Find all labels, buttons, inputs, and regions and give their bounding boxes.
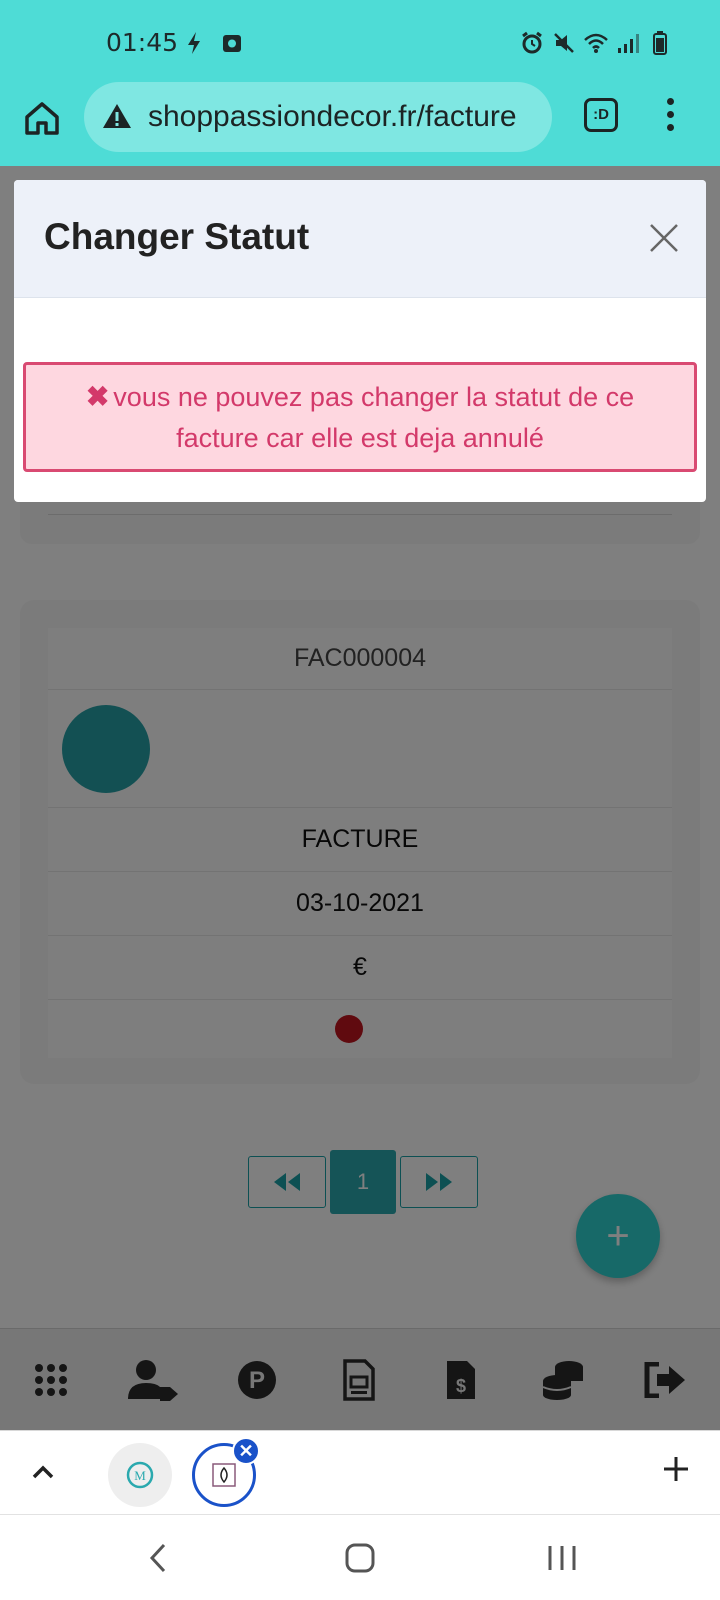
tab-thumbnail-1[interactable]: M: [108, 1443, 172, 1507]
modal-header: Changer Statut: [14, 180, 706, 298]
error-alert: ✖ vous ne pouvez pas changer la statut de…: [23, 362, 697, 472]
alert-message: vous ne pouvez pas changer la statut de …: [113, 381, 635, 453]
alert-content: ✖ vous ne pouvez pas changer la statut de…: [46, 376, 674, 459]
signal-icon: [618, 34, 639, 53]
url-bar-row: shoppassiondecor.fr/facture :D: [0, 82, 720, 154]
chevron-up-icon[interactable]: [28, 1457, 58, 1487]
url-bar[interactable]: shoppassiondecor.fr/facture: [84, 82, 552, 152]
change-status-modal: Changer Statut ✖ vous ne pouvez pas chang…: [14, 180, 706, 502]
alarm-icon: [522, 31, 542, 54]
status-bar: 01:45: [0, 0, 720, 88]
tab-close-button[interactable]: ✕: [232, 1437, 260, 1465]
site-logo-icon: [212, 1463, 236, 1487]
svg-text:M: M: [134, 1468, 146, 1483]
status-time: 01:45: [106, 28, 179, 57]
battery-icon: [653, 31, 667, 55]
warning-icon[interactable]: [102, 102, 132, 130]
modal-title: Changer Statut: [44, 216, 310, 257]
menu-icon[interactable]: [660, 96, 680, 138]
close-icon[interactable]: [648, 222, 680, 254]
home-icon[interactable]: [22, 98, 62, 138]
home-nav-icon[interactable]: [342, 1541, 378, 1575]
browser-chrome: 01:45 shoppassiondecor.fr/facture :D: [0, 0, 720, 166]
back-icon[interactable]: [140, 1541, 176, 1575]
new-tab-icon[interactable]: [660, 1453, 692, 1485]
mute-icon: [554, 33, 574, 53]
wifi-icon: [584, 33, 608, 53]
tab-switcher-button[interactable]: :D: [584, 98, 618, 132]
lightning-icon: [188, 32, 200, 54]
site-logo-icon: M: [126, 1461, 154, 1489]
browser-tab-strip: M ✕: [0, 1430, 720, 1514]
recents-icon[interactable]: [544, 1541, 580, 1575]
url-text[interactable]: shoppassiondecor.fr/facture: [148, 100, 517, 134]
error-x-icon: ✖: [85, 380, 110, 412]
system-nav-bar: [0, 1514, 720, 1600]
camera-icon: [223, 35, 241, 52]
